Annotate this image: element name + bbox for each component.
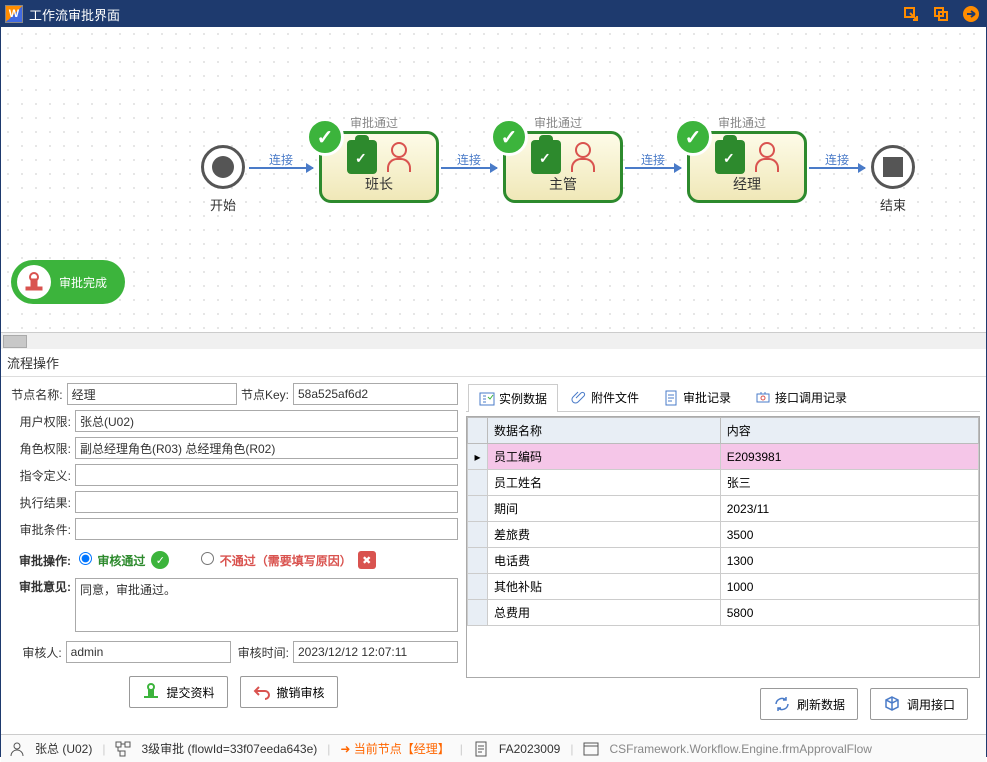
approval-complete-badge: 审批完成 [11,260,125,304]
fail-radio[interactable]: 不通过（需要填写原因） [201,552,351,569]
stamp-icon [142,683,160,701]
task-node-2[interactable]: ✓ 审批通过 主管 [503,131,623,203]
person-icon [383,140,411,174]
task-node-3[interactable]: ✓ 审批通过 经理 [687,131,807,203]
label: 指令定义: [9,467,71,484]
undo-icon [253,683,271,701]
clipboard-icon [347,140,377,174]
user-perm-input[interactable] [75,410,458,432]
table-row[interactable]: 电话费1300 [468,548,979,574]
status-current: ➜ 当前节点【经理】 [340,740,449,757]
opinion-textarea[interactable] [75,578,458,632]
role-perm-input[interactable] [75,437,458,459]
log-icon [663,390,679,406]
pass-radio[interactable]: 审核通过 [79,552,145,569]
clipboard-icon [531,140,561,174]
check-badge-icon: ✓ [674,118,712,156]
label: 审核人: [9,644,62,661]
tab-attachments[interactable]: 附件文件 [560,383,650,411]
label: 审批意见: [9,578,71,595]
exec-res-input[interactable] [75,491,458,513]
cmd-def-input[interactable] [75,464,458,486]
window-title: 工作流审批界面 [29,5,900,24]
task-label: 班长 [365,174,393,194]
cube-icon [883,695,901,713]
invoke-button[interactable]: 调用接口 [870,688,968,720]
window-icon [583,741,599,757]
user-icon [9,741,25,757]
horizontal-scrollbar[interactable] [1,332,986,349]
task-label: 主管 [549,174,577,194]
section-header: 流程操作 [1,349,986,377]
status-doc: FA2023009 [499,742,560,756]
statusbar: 张总 (U02) | 3级审批 (flowId=33f07eeda643e) |… [1,734,986,762]
label: 执行结果: [9,494,71,511]
refresh-button[interactable]: 刷新数据 [760,688,858,720]
minimize-icon[interactable] [900,3,922,25]
start-label: 开始 [210,195,236,214]
task-node-1[interactable]: ✓ 审批通过 班长 [319,131,439,203]
app-icon: W [5,5,23,23]
connector[interactable]: 连接 [809,167,865,169]
revoke-button[interactable]: 撤销审核 [240,676,338,708]
col-header[interactable]: 内容 [720,418,978,444]
tab-api-log[interactable]: 接口调用记录 [744,383,858,411]
refresh-icon [773,695,791,713]
data-pane: 实例数据 附件文件 审批记录 接口调用记录 数据名称内容 ▸员工编码E20939… [466,377,986,734]
label: 角色权限: [9,440,71,457]
titlebar: W 工作流审批界面 [1,1,986,27]
time-input[interactable] [293,641,458,663]
reject-icon: ✖ [358,551,376,569]
workflow-canvas[interactable]: 开始 连接 连接 连接 连接 ✓ 审批通过 班长 ✓ 审批通过 主管 ✓ 审批通… [1,27,986,332]
col-header[interactable]: 数据名称 [488,418,721,444]
list-icon [479,391,495,407]
tab-approval-log[interactable]: 审批记录 [652,383,742,411]
status-user: 张总 (U02) [35,740,92,757]
label: 用户权限: [9,413,71,430]
label: 节点Key: [241,386,289,403]
stamp-icon [17,265,51,299]
label: 审批条件: [9,521,71,538]
connector[interactable]: 连接 [441,167,497,169]
flow-icon [115,741,131,757]
label: 审批操作: [9,552,71,569]
maximize-icon[interactable] [930,3,952,25]
attachment-icon [571,390,587,406]
table-row[interactable]: 差旅费3500 [468,522,979,548]
end-label: 结束 [880,195,906,214]
data-grid[interactable]: 数据名称内容 ▸员工编码E2093981员工姓名张三期间2023/11差旅费35… [466,416,980,678]
check-icon: ✓ [151,551,169,569]
end-node[interactable]: 结束 [871,145,915,214]
doc-icon [473,741,489,757]
table-row[interactable]: ▸员工编码E2093981 [468,444,979,470]
table-row[interactable]: 期间2023/11 [468,496,979,522]
node-key-input[interactable] [293,383,458,405]
connector[interactable]: 连接 [249,167,313,169]
table-row[interactable]: 员工姓名张三 [468,470,979,496]
label: 节点名称: [9,386,63,403]
clipboard-icon [715,140,745,174]
table-row[interactable]: 其他补贴1000 [468,574,979,600]
form-pane: 节点名称: 节点Key: 用户权限: 角色权限: 指令定义: 执行结果: 审批条… [1,377,466,734]
person-icon [567,140,595,174]
connector[interactable]: 连接 [625,167,681,169]
task-label: 经理 [733,174,761,194]
status-form: CSFramework.Workflow.Engine.frmApprovalF… [609,742,872,756]
status-flow: 3级审批 (flowId=33f07eeda643e) [141,740,317,757]
node-name-input[interactable] [67,383,237,405]
start-node[interactable]: 开始 [201,145,245,214]
table-row[interactable]: 总费用5800 [468,600,979,626]
tabs: 实例数据 附件文件 审批记录 接口调用记录 [466,381,980,412]
api-icon [755,390,771,406]
submit-button[interactable]: 提交资料 [129,676,227,708]
label: 审核时间: [235,644,289,661]
cond-input[interactable] [75,518,458,540]
close-icon[interactable] [960,3,982,25]
check-badge-icon: ✓ [490,118,528,156]
person-icon [751,140,779,174]
reviewer-input[interactable] [66,641,231,663]
check-badge-icon: ✓ [306,118,344,156]
tab-instance-data[interactable]: 实例数据 [468,384,558,412]
